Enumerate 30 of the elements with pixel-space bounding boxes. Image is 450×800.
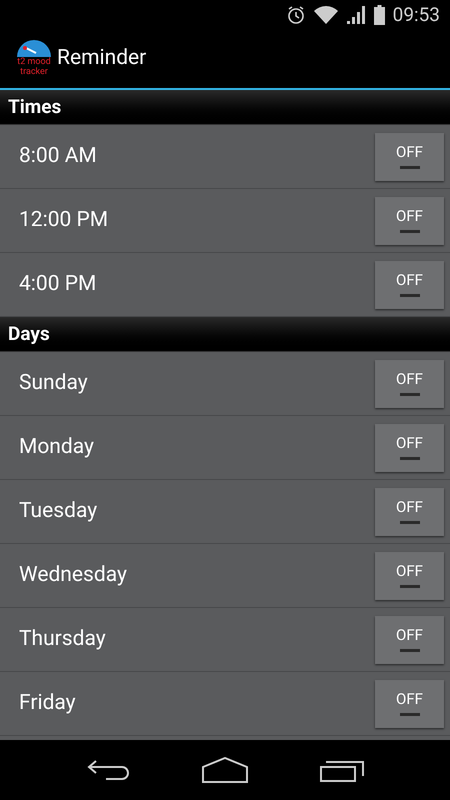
alarm-clock-icon bbox=[286, 5, 306, 25]
row-label: 8:00 AM bbox=[19, 142, 97, 170]
toggle-button[interactable]: OFF bbox=[375, 260, 444, 308]
logo-text: t2 mood bbox=[17, 57, 51, 67]
row-label: Wednesday bbox=[19, 562, 127, 589]
toggle-button[interactable]: OFF bbox=[375, 424, 444, 472]
section-header: Times bbox=[0, 90, 450, 125]
screen-title: Reminder bbox=[57, 45, 146, 72]
status-time: 09:53 bbox=[392, 2, 440, 28]
toggle-button[interactable]: OFF bbox=[375, 196, 444, 244]
signal-icon bbox=[346, 5, 366, 25]
toggle-button[interactable]: OFF bbox=[375, 680, 444, 728]
toggle-button[interactable]: OFF bbox=[375, 360, 444, 408]
toggle-button[interactable]: OFF bbox=[375, 616, 444, 664]
toggle-button[interactable]: OFF bbox=[375, 552, 444, 600]
section-header: Days bbox=[0, 317, 450, 352]
wifi-icon bbox=[314, 6, 338, 24]
row-label: 4:00 PM bbox=[19, 270, 96, 298]
toggle-button[interactable]: OFF bbox=[375, 488, 444, 536]
gauge-icon bbox=[16, 39, 52, 57]
row-label: Friday bbox=[19, 690, 76, 717]
toggle-button[interactable]: OFF bbox=[375, 132, 444, 180]
battery-icon bbox=[374, 5, 385, 25]
logo-text: tracker bbox=[20, 67, 48, 77]
row-label: Monday bbox=[19, 434, 94, 461]
row-label: Thursday bbox=[19, 626, 106, 653]
row-label: Sunday bbox=[19, 370, 88, 397]
row-label: Tuesday bbox=[19, 498, 98, 525]
row-label: 12:00 PM bbox=[19, 206, 108, 234]
home-icon[interactable] bbox=[202, 757, 248, 783]
